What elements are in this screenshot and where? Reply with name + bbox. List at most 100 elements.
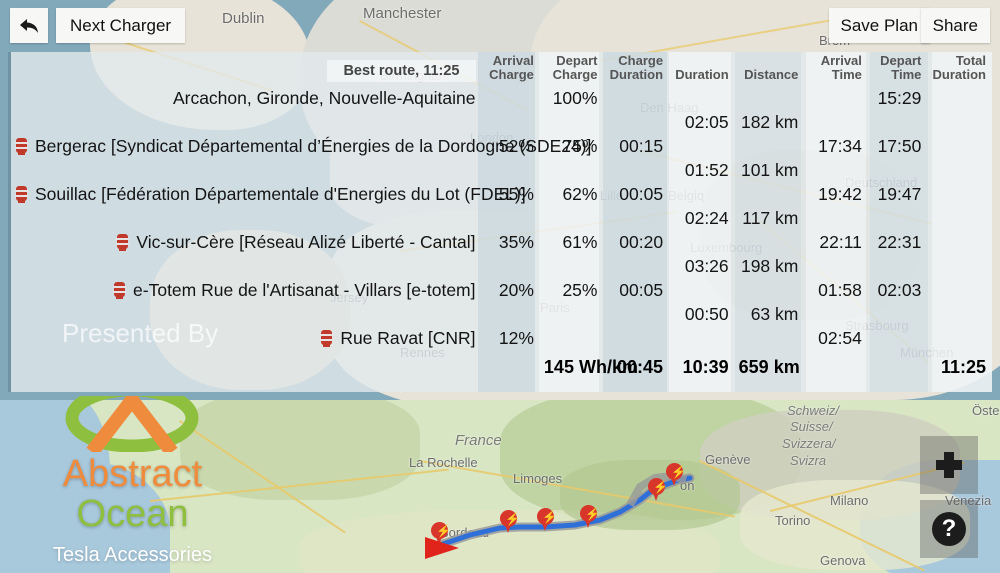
table-row-stop[interactable]: e-Totem Rue de l'Artisanat - Villars [e-… xyxy=(11,278,992,303)
stop-name-cell[interactable]: Rue Ravat [CNR] xyxy=(11,326,482,351)
cell-arrival-time: 01:58 xyxy=(818,280,862,300)
route-planner-app: DublinManchesterBirminghamBremDen HaagLo… xyxy=(0,0,1000,573)
help-button[interactable]: ? xyxy=(920,500,978,558)
header-charge-duration: Charge Duration xyxy=(603,52,669,86)
cell-total-duration xyxy=(927,255,992,278)
icon-foot xyxy=(18,200,25,203)
header-line-1: Arrival xyxy=(492,53,534,68)
map-charger-pin[interactable]: ⚡ xyxy=(580,505,600,528)
cell-duration xyxy=(669,86,735,111)
cell-charge-duration xyxy=(603,86,669,111)
icon-band xyxy=(15,190,28,192)
destination-marker-icon xyxy=(425,537,459,559)
stop-name-text: Arcachon, Gironde, Nouvelle-Aquitaine xyxy=(172,88,476,108)
header-line-1: Arrival xyxy=(820,53,862,68)
map-charger-pin[interactable]: ⚡ xyxy=(666,463,686,486)
cell-charge-duration xyxy=(603,255,669,278)
header-line-2: Duration xyxy=(675,67,729,82)
cell-leg-distance: 198 km xyxy=(740,256,799,276)
icon-body xyxy=(16,186,27,201)
icon-band xyxy=(116,243,130,245)
stop-name-cell[interactable]: Vic-sur-Cère [Réseau Alizé Liberté - Can… xyxy=(11,230,482,255)
icon-body xyxy=(16,138,27,153)
share-button[interactable]: Share xyxy=(920,8,990,43)
back-arrow-icon xyxy=(18,17,40,35)
cell-charge-duration: 00:05 xyxy=(619,184,664,204)
table-row-stop[interactable]: Souillac [Fédération Départementale d'En… xyxy=(11,182,992,207)
cell-charge-duration xyxy=(603,326,669,351)
cell-leg-duration: 02:24 xyxy=(684,208,729,228)
header-line-2: Charge xyxy=(489,67,534,82)
leg-spacer xyxy=(11,255,482,278)
stop-name-text: Rue Ravat [CNR] xyxy=(340,328,476,348)
save-plan-button[interactable]: Save Plan xyxy=(828,8,930,43)
cell-charge-duration xyxy=(603,303,669,326)
cell-depart-charge: 62% xyxy=(562,184,598,204)
cell-total-duration xyxy=(927,303,992,326)
table-row-stop[interactable]: Vic-sur-Cère [Réseau Alizé Liberté - Can… xyxy=(11,230,992,255)
cell-total-duration xyxy=(927,278,992,303)
map-charger-pin[interactable]: ⚡ xyxy=(537,508,557,531)
cell-arrival-time xyxy=(804,159,868,182)
cell-depart-time: 22:31 xyxy=(877,232,922,252)
cell-charge-duration: 00:20 xyxy=(619,232,664,252)
next-charger-button[interactable]: Next Charger xyxy=(56,8,186,43)
cell-total-duration xyxy=(927,134,992,159)
table-row-stop[interactable]: Bergerac [Syndicat Départemental d’Énerg… xyxy=(11,134,992,159)
cell-distance xyxy=(735,182,805,207)
table-header-row: Best route, 11:25 Arrival Charge Depart … xyxy=(11,52,992,86)
stop-name-text: Vic-sur-Cère [Réseau Alizé Liberté - Can… xyxy=(136,232,476,252)
cell-charge-duration xyxy=(603,111,669,134)
cell-depart-time: 17:50 xyxy=(877,136,922,156)
zoom-in-button[interactable] xyxy=(920,436,978,494)
header-depart-time: Depart Time xyxy=(868,52,927,86)
table-row-stop[interactable]: Arcachon, Gironde, Nouvelle-Aquitaine 100… xyxy=(11,86,992,111)
cell-depart-time: 15:29 xyxy=(877,88,922,108)
lightning-bolt-icon: ⚡ xyxy=(436,524,451,538)
lightning-bolt-icon: ⚡ xyxy=(542,510,557,524)
cell-depart-time: 02:03 xyxy=(877,280,922,300)
cell-arrival-charge xyxy=(482,303,540,326)
header-arrival-charge: Arrival Charge xyxy=(482,52,540,86)
icon-body xyxy=(117,234,129,249)
cell-arrival-time: 19:42 xyxy=(818,184,862,204)
cell-depart-time xyxy=(868,159,927,182)
stop-name-cell[interactable]: Bergerac [Syndicat Départemental d’Énerg… xyxy=(11,134,591,159)
cell-arrival-time: 17:34 xyxy=(818,136,862,156)
map-charger-pin[interactable]: ⚡ xyxy=(648,478,668,501)
stop-name-cell[interactable]: Arcachon, Gironde, Nouvelle-Aquitaine xyxy=(11,86,482,111)
cell-duration xyxy=(669,182,735,207)
cell-depart-charge xyxy=(540,255,604,278)
cell-arrival-charge: 20% xyxy=(498,280,534,300)
leg-spacer xyxy=(11,303,482,326)
table-row-stop[interactable]: Rue Ravat [CNR] 12% 02:54 xyxy=(11,326,992,351)
map-charger-pin[interactable]: ⚡ xyxy=(500,510,520,533)
table-row-leg: 02:05 182 km xyxy=(11,111,992,134)
stop-name-cell[interactable]: e-Totem Rue de l'Artisanat - Villars [e-… xyxy=(11,278,482,303)
cell-depart-time xyxy=(868,255,927,278)
icon-foot xyxy=(119,248,127,251)
cell-leg-duration: 03:26 xyxy=(684,256,729,276)
cell-distance xyxy=(735,134,805,159)
cell-arrival-charge xyxy=(482,159,540,182)
cell-depart-charge xyxy=(540,111,604,134)
cell-depart-time xyxy=(868,111,927,134)
cell-arrival-time: 22:11 xyxy=(819,232,862,252)
cell-distance xyxy=(735,86,805,111)
header-depart-charge: Depart Charge xyxy=(540,52,604,86)
cell-duration xyxy=(669,326,735,351)
icon-band xyxy=(320,334,334,336)
back-button[interactable] xyxy=(10,8,48,43)
header-line-2: Duration xyxy=(609,67,664,82)
lightning-bolt-icon: ⚡ xyxy=(505,512,520,526)
stop-name-cell[interactable]: Souillac [Fédération Départementale d'En… xyxy=(11,182,526,207)
cell-depart-time xyxy=(868,207,927,230)
cell-charge-duration: 00:15 xyxy=(619,136,664,156)
cell-arrival-charge xyxy=(482,207,540,230)
cell-charge-duration: 00:05 xyxy=(619,280,664,300)
summary-distance: 659 km xyxy=(738,357,800,377)
cell-arrival-charge: 35% xyxy=(498,232,534,252)
header-arrival-time: Arrival Time xyxy=(804,52,868,86)
cell-depart-time: 19:47 xyxy=(877,184,922,204)
cell-duration xyxy=(669,278,735,303)
